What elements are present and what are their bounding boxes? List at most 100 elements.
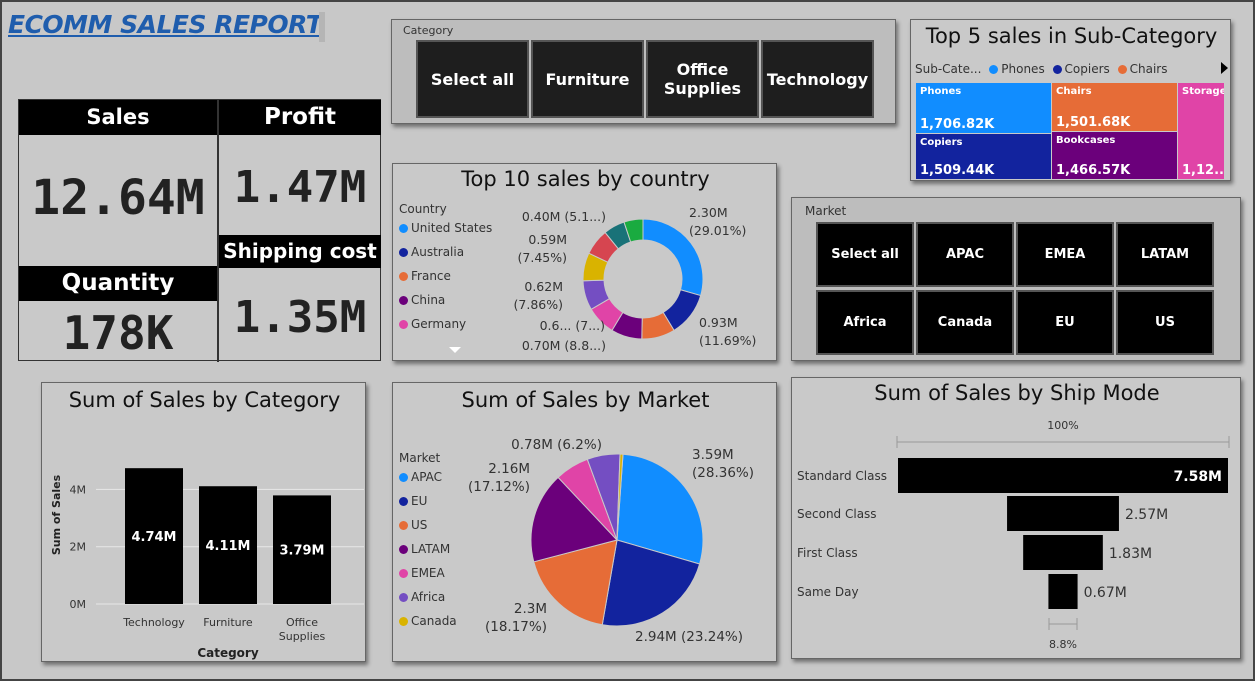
treemap-legend-title: Sub-Cate...: [915, 62, 982, 76]
category-bar-panel: Sum of Sales by Category 0M 2M 4M 4.74M Tech…: [41, 382, 366, 662]
profit-label: Profit: [219, 100, 381, 135]
dashboard: ECOMM SALES REPORT Sales 12.64M Profit 1…: [0, 0, 1255, 681]
market-us-button[interactable]: US: [1116, 290, 1214, 355]
category-select-all-button[interactable]: Select all: [416, 40, 529, 118]
treemap-tile-value: 1,12...: [1182, 163, 1224, 178]
funnel-value-label: 2.57M: [1125, 507, 1168, 523]
category-slicer: Category Select all Furniture Office Sup…: [391, 19, 896, 124]
title-divider: [319, 12, 325, 42]
market-pie-panel: Sum of Sales by Market Market APAC EU US LA…: [392, 382, 777, 662]
treemap-tile-value: 1,706.82K: [920, 117, 995, 132]
funnel-bar-same-day[interactable]: [1048, 574, 1078, 609]
pie-data-label: 2.16M: [488, 461, 530, 477]
treemap-tile-value: 1,466.57K: [1056, 163, 1131, 178]
x-tick-label: Supplies: [279, 630, 326, 643]
donut-data-label: 0.93M: [699, 315, 738, 330]
market-pie-chart: 3.59M (28.36%) 2.94M (23.24%) 2.3M (18.17%) 2…: [468, 437, 754, 645]
sales-label: Sales: [19, 100, 217, 135]
category-bar-chart: 0M 2M 4M 4.74M Technology 4.11M Furniture 3.79M…: [50, 468, 364, 660]
category-office-supplies-button[interactable]: Office Supplies: [646, 40, 759, 118]
treemap-tile-phones[interactable]: Phones 1,706.82K: [916, 83, 1051, 133]
country-donut-chart: 2.30M (29.01%) 0.93M (11.69%) 0.70M (8.8...)…: [514, 205, 757, 353]
treemap-tile-copiers[interactable]: Copiers 1,509.44K: [916, 134, 1051, 179]
donut-data-label: (29.01%): [689, 223, 746, 238]
market-apac-button[interactable]: APAC: [916, 222, 1014, 287]
funnel-category-label: First Class: [797, 546, 858, 560]
subcategory-treemap-panel: Top 5 sales in Sub-Category Sub-Cate... …: [910, 19, 1231, 181]
category-technology-button[interactable]: Technology: [761, 40, 874, 118]
pie-data-label: 0.78M (6.2%): [511, 437, 602, 453]
pie-data-label: 2.3M: [514, 601, 547, 617]
bar-value-label: 4.11M: [205, 539, 250, 554]
funnel-category-label: Same Day: [797, 585, 859, 599]
donut-data-label: 0.70M (8.8...): [522, 338, 606, 353]
market-canada-button[interactable]: Canada: [916, 290, 1014, 355]
quantity-value: 178K: [62, 306, 174, 360]
funnel-bar-first-class[interactable]: [1023, 535, 1103, 570]
donut-data-label: 0.6... (7...): [540, 318, 605, 333]
x-axis-title: Category: [197, 646, 259, 660]
market-latam-button[interactable]: LATAM: [1116, 222, 1214, 287]
y-tick-label: 4M: [70, 483, 87, 496]
donut-data-label: (11.69%): [699, 333, 756, 348]
treemap-tile-bookcases[interactable]: Bookcases 1,466.57K: [1052, 132, 1177, 179]
y-tick-label: 0M: [70, 598, 87, 611]
pie-data-label: (28.36%): [692, 465, 754, 481]
legend-next-icon[interactable]: [1221, 62, 1228, 74]
pie-data-label: 2.94M (23.24%): [635, 629, 743, 645]
y-tick-label: 2M: [70, 541, 87, 554]
donut-data-label: 2.30M: [689, 205, 728, 220]
funnel-value-label: 1.83M: [1109, 546, 1152, 562]
funnel-bottom-pct: 8.8%: [1049, 638, 1077, 651]
funnel-bar-second-class[interactable]: [1007, 496, 1119, 531]
treemap-tile-storage[interactable]: Storage 1,12...: [1178, 83, 1224, 179]
treemap-area: Phones 1,706.82K Copiers 1,509.44K Chairs 1,5…: [916, 83, 1225, 180]
market-slicer: Market Select all APAC EMEA LATAM Africa…: [791, 197, 1241, 361]
report-title[interactable]: ECOMM SALES REPORT: [8, 10, 323, 39]
profit-value: 1.47M: [233, 162, 367, 213]
sales-value: 12.64M: [31, 170, 205, 226]
pie-data-label: (18.17%): [485, 619, 547, 635]
funnel-value-label: 0.67M: [1084, 585, 1127, 601]
donut-data-label: (7.86%): [514, 297, 563, 312]
donut-data-label: 0.40M (5.1...): [522, 209, 606, 224]
funnel-top-pct: 100%: [1047, 419, 1078, 432]
donut-data-label: 0.59M: [528, 232, 567, 247]
y-axis-title: Sum of Sales: [50, 474, 63, 555]
x-tick-label: Furniture: [203, 616, 253, 629]
x-tick-label: Office: [286, 616, 318, 629]
bar-value-label: 4.74M: [131, 530, 176, 545]
x-tick-label: Technology: [122, 616, 185, 629]
donut-data-label: 0.62M: [524, 279, 563, 294]
pie-data-label: 3.59M: [692, 447, 734, 463]
bar-value-label: 3.79M: [279, 544, 324, 559]
category-slicer-label: Category: [403, 24, 454, 37]
treemap-tile-value: 1,501.68K: [1056, 115, 1131, 130]
category-furniture-button[interactable]: Furniture: [531, 40, 644, 118]
legend-item-copiers[interactable]: Copiers: [1049, 62, 1110, 76]
treemap-tile-name: Phones: [920, 86, 962, 97]
treemap-tile-name: Bookcases: [1056, 135, 1116, 146]
treemap-tile-value: 1,509.44K: [920, 163, 995, 178]
kpi-panel: Sales 12.64M Profit 1.47M Quantity 178K …: [18, 99, 381, 362]
market-africa-button[interactable]: Africa: [816, 290, 914, 355]
kpi-divider: [217, 100, 219, 362]
market-eu-button[interactable]: EU: [1016, 290, 1114, 355]
country-donut-panel: Top 10 sales by country Country United S…: [392, 163, 777, 361]
treemap-tile-name: Storage: [1182, 86, 1224, 97]
treemap-tile-chairs[interactable]: Chairs 1,501.68K: [1052, 83, 1177, 131]
shipmode-funnel-chart: 100% Standard Class 7.58M Second Class 2.57M…: [797, 419, 1230, 651]
quantity-label: Quantity: [19, 266, 217, 301]
funnel-category-label: Standard Class: [797, 469, 887, 483]
legend-item-phones[interactable]: Phones: [985, 62, 1045, 76]
shipmode-funnel-panel: Sum of Sales by Ship Mode 100% Standard C…: [791, 377, 1241, 659]
donut-data-label: (7.45%): [518, 250, 567, 265]
shipping-cost-label: Shipping cost: [219, 235, 381, 268]
treemap-title: Top 5 sales in Sub-Category: [925, 24, 1218, 48]
shipping-cost-value: 1.35M: [233, 292, 367, 343]
legend-item-chairs[interactable]: Chairs: [1114, 62, 1167, 76]
market-emea-button[interactable]: EMEA: [1016, 222, 1114, 287]
market-select-all-button[interactable]: Select all: [816, 222, 914, 287]
treemap-legend: Sub-Cate... Phones Copiers Chairs: [915, 62, 1167, 76]
market-slicer-label: Market: [805, 204, 847, 218]
